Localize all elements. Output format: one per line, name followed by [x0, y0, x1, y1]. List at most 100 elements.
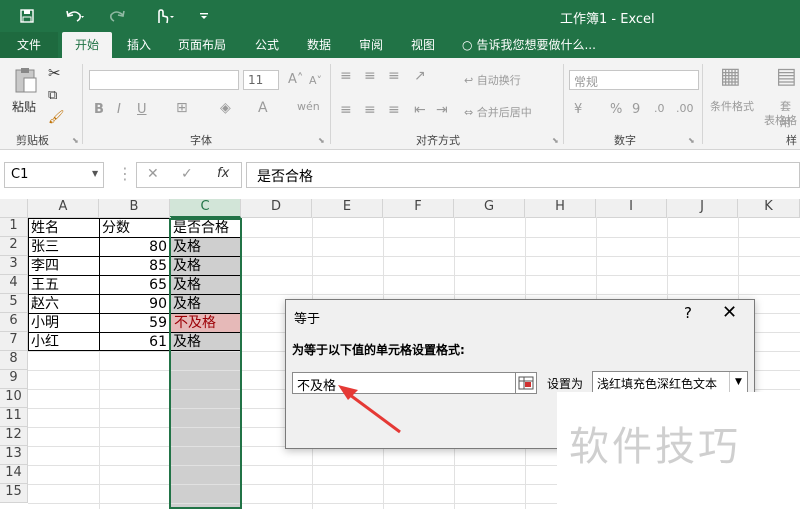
align-bottom-icon[interactable]: ≡ [388, 68, 400, 84]
format-select[interactable]: 浅红填充色深红色文本 ▼ [592, 371, 748, 393]
row-header[interactable]: 1 [0, 218, 28, 237]
row-header[interactable]: 7 [0, 332, 28, 351]
cell-pass[interactable]: 及格 [170, 276, 241, 294]
cell-name[interactable]: 小明 [28, 314, 99, 332]
increase-decimal-icon[interactable]: .0 [654, 102, 665, 115]
merge-center-button[interactable]: ⇔ 合并后居中 [464, 104, 532, 120]
tab-page-layout[interactable]: 页面布局 [168, 32, 236, 58]
redo-icon[interactable] [102, 0, 134, 32]
fill-color-icon[interactable]: ◈ [220, 100, 231, 116]
cell-score[interactable]: 85 [99, 257, 170, 275]
format-as-table-button-2[interactable]: 表格格 [764, 112, 797, 128]
tell-me-box[interactable]: ○ 告诉我您想要做什么... [462, 32, 612, 58]
paste-icon[interactable] [12, 66, 42, 94]
row-header[interactable]: 6 [0, 313, 28, 332]
align-left-icon[interactable]: ≡ [340, 102, 352, 118]
bold-button[interactable]: B [94, 102, 104, 117]
column-header-c[interactable]: C [170, 199, 241, 218]
cell-score[interactable]: 61 [99, 333, 170, 351]
number-format-select[interactable]: 常规 [569, 70, 699, 90]
font-name-select[interactable] [89, 70, 239, 90]
borders-icon[interactable]: ⊞ [176, 100, 188, 116]
column-header-i[interactable]: I [596, 199, 667, 218]
underline-button[interactable]: U [137, 102, 147, 117]
currency-icon[interactable]: ¥ [574, 102, 582, 117]
format-as-table-icon[interactable]: ▤ [776, 64, 797, 89]
column-header-h[interactable]: H [525, 199, 596, 218]
tab-home[interactable]: 开始 [62, 32, 112, 58]
cell-c1[interactable]: 是否合格 [170, 219, 241, 237]
clipboard-launcher-icon[interactable]: ⬊ [72, 136, 79, 145]
number-launcher-icon[interactable]: ⬊ [688, 136, 695, 145]
row-header[interactable]: 11 [0, 408, 28, 427]
tab-insert[interactable]: 插入 [116, 32, 162, 58]
cell-score[interactable]: 65 [99, 276, 170, 294]
cell-name[interactable]: 张三 [28, 238, 99, 256]
range-selector-button[interactable] [515, 372, 537, 394]
cell-name[interactable]: 赵六 [28, 295, 99, 313]
cell-pass[interactable]: 及格 [170, 238, 241, 256]
cell-name[interactable]: 王五 [28, 276, 99, 294]
align-top-icon[interactable]: ≡ [340, 68, 352, 84]
cell-score[interactable]: 80 [99, 238, 170, 256]
align-center-icon[interactable]: ≡ [364, 102, 376, 118]
row-header[interactable]: 14 [0, 465, 28, 484]
close-button[interactable]: ✕ [722, 302, 737, 323]
cell-pass-highlighted[interactable]: 不及格 [171, 314, 240, 332]
paste-button[interactable]: 粘贴 [12, 98, 36, 115]
cell-score[interactable]: 59 [99, 314, 170, 332]
column-header-b[interactable]: B [99, 199, 170, 218]
cell-name[interactable]: 小红 [28, 333, 99, 351]
phonetic-icon[interactable]: wén [297, 100, 320, 113]
column-header-e[interactable]: E [312, 199, 383, 218]
touch-mode-icon[interactable] [146, 0, 182, 32]
row-header[interactable]: 15 [0, 484, 28, 503]
increase-indent-icon[interactable]: ⇥ [436, 102, 448, 118]
comma-button[interactable]: 9 [632, 102, 640, 117]
row-header[interactable]: 13 [0, 446, 28, 465]
conditional-formatting-button[interactable]: 条件格式 [710, 98, 754, 114]
font-launcher-icon[interactable]: ⬊ [318, 136, 325, 145]
row-header[interactable]: 2 [0, 237, 28, 256]
row-header[interactable]: 4 [0, 275, 28, 294]
cancel-icon[interactable]: ✕ [147, 166, 159, 182]
orientation-icon[interactable]: ↗ [414, 68, 426, 84]
cell-pass[interactable]: 及格 [170, 295, 241, 313]
cell-pass[interactable]: 及格 [170, 333, 241, 351]
select-all-corner[interactable] [0, 199, 28, 218]
decrease-indent-icon[interactable]: ⇤ [414, 102, 426, 118]
column-header-d[interactable]: D [241, 199, 312, 218]
insert-function-icon[interactable]: fx [217, 166, 229, 181]
font-size-select[interactable]: 11 [243, 70, 279, 90]
alignment-launcher-icon[interactable]: ⬊ [552, 136, 559, 145]
cut-icon[interactable]: ✂ [48, 64, 61, 82]
enter-icon[interactable]: ✓ [181, 166, 193, 182]
column-header-a[interactable]: A [28, 199, 99, 218]
tab-data[interactable]: 数据 [296, 32, 342, 58]
row-header[interactable]: 12 [0, 427, 28, 446]
align-right-icon[interactable]: ≡ [388, 102, 400, 118]
row-header[interactable]: 10 [0, 389, 28, 408]
cell-pass[interactable]: 及格 [170, 257, 241, 275]
grow-font-icon[interactable]: A˄ [288, 72, 303, 87]
row-header[interactable]: 5 [0, 294, 28, 313]
shrink-font-icon[interactable]: A˅ [309, 74, 322, 87]
tab-review[interactable]: 审阅 [348, 32, 394, 58]
wrap-text-button[interactable]: ↩ 自动换行 [464, 72, 521, 88]
copy-icon[interactable]: ⧉ [48, 88, 57, 103]
cell-a1[interactable]: 姓名 [28, 219, 99, 237]
tab-view[interactable]: 视图 [400, 32, 446, 58]
cell-score[interactable]: 90 [99, 295, 170, 313]
percent-button[interactable]: % [610, 102, 622, 117]
align-middle-icon[interactable]: ≡ [364, 68, 376, 84]
column-header-k[interactable]: K [738, 199, 800, 218]
customize-qat-icon[interactable] [196, 0, 212, 32]
cell-b1[interactable]: 分数 [99, 219, 170, 237]
conditional-formatting-icon[interactable]: ▦ [720, 64, 741, 89]
name-box[interactable]: C1 [4, 162, 104, 188]
decrease-decimal-icon[interactable]: .00 [676, 102, 694, 115]
formula-input[interactable]: 是否合格 [246, 162, 800, 188]
row-header[interactable]: 8 [0, 351, 28, 370]
undo-icon[interactable] [58, 0, 92, 32]
font-color-icon[interactable]: A [258, 100, 268, 116]
